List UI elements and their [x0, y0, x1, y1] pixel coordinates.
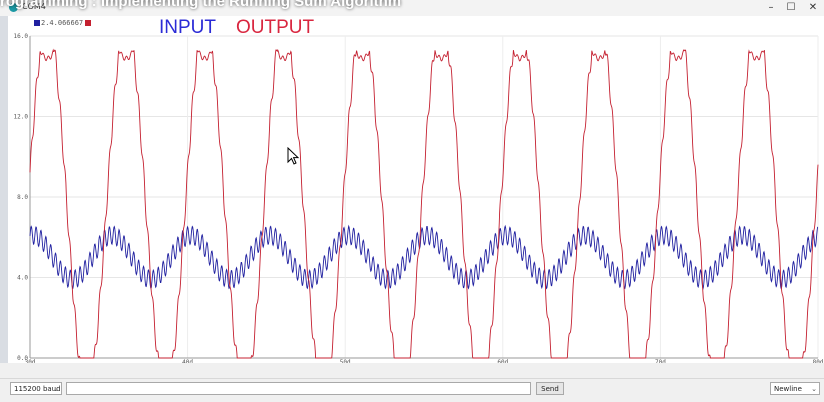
- close-button[interactable]: ✕: [802, 1, 824, 15]
- legend-input-swatch: [34, 20, 40, 26]
- bottom-toolbar: 115200 baud ⌄ Send Newline ⌄: [0, 378, 824, 402]
- y-tick-label: 12.0: [14, 114, 29, 121]
- serial-plotter-panel: 0.0 4.0 8.0 12.0 16.0 30d 40d 50d 60d 70d 80d: [8, 16, 824, 363]
- send-button[interactable]: Send: [536, 382, 564, 395]
- chevron-down-icon: ⌄: [53, 385, 59, 393]
- output-annotation: OUTPUT: [236, 17, 315, 38]
- plot-footer-strip: [0, 363, 824, 378]
- mouse-cursor-icon: [287, 147, 300, 165]
- baud-rate-select[interactable]: 115200 baud ⌄: [10, 382, 62, 395]
- minimize-button[interactable]: –: [760, 1, 782, 15]
- input-annotation: INPUT: [159, 17, 216, 38]
- output-series-line: [29, 48, 819, 359]
- send-input[interactable]: [66, 382, 531, 395]
- video-title-overlay: rogramming : Implementing the Running Su…: [0, 0, 402, 10]
- legend: 2.4.066667: [34, 19, 92, 27]
- legend-value: 2.4.066667: [41, 19, 84, 27]
- y-tick-label: 4.0: [17, 275, 28, 282]
- maximize-button[interactable]: ☐: [780, 1, 802, 15]
- plot-area: 0.04.08.012.016.030d 40d 50d 60d 70d 80d: [14, 33, 824, 363]
- line-ending-select[interactable]: Newline ⌄: [770, 382, 820, 395]
- legend-output-swatch: [85, 20, 92, 26]
- y-tick-label: 16.0: [14, 33, 29, 40]
- chevron-down-icon: ⌄: [811, 385, 817, 393]
- y-tick-label: 8.0: [17, 194, 28, 201]
- line-ending-value: Newline: [774, 385, 802, 393]
